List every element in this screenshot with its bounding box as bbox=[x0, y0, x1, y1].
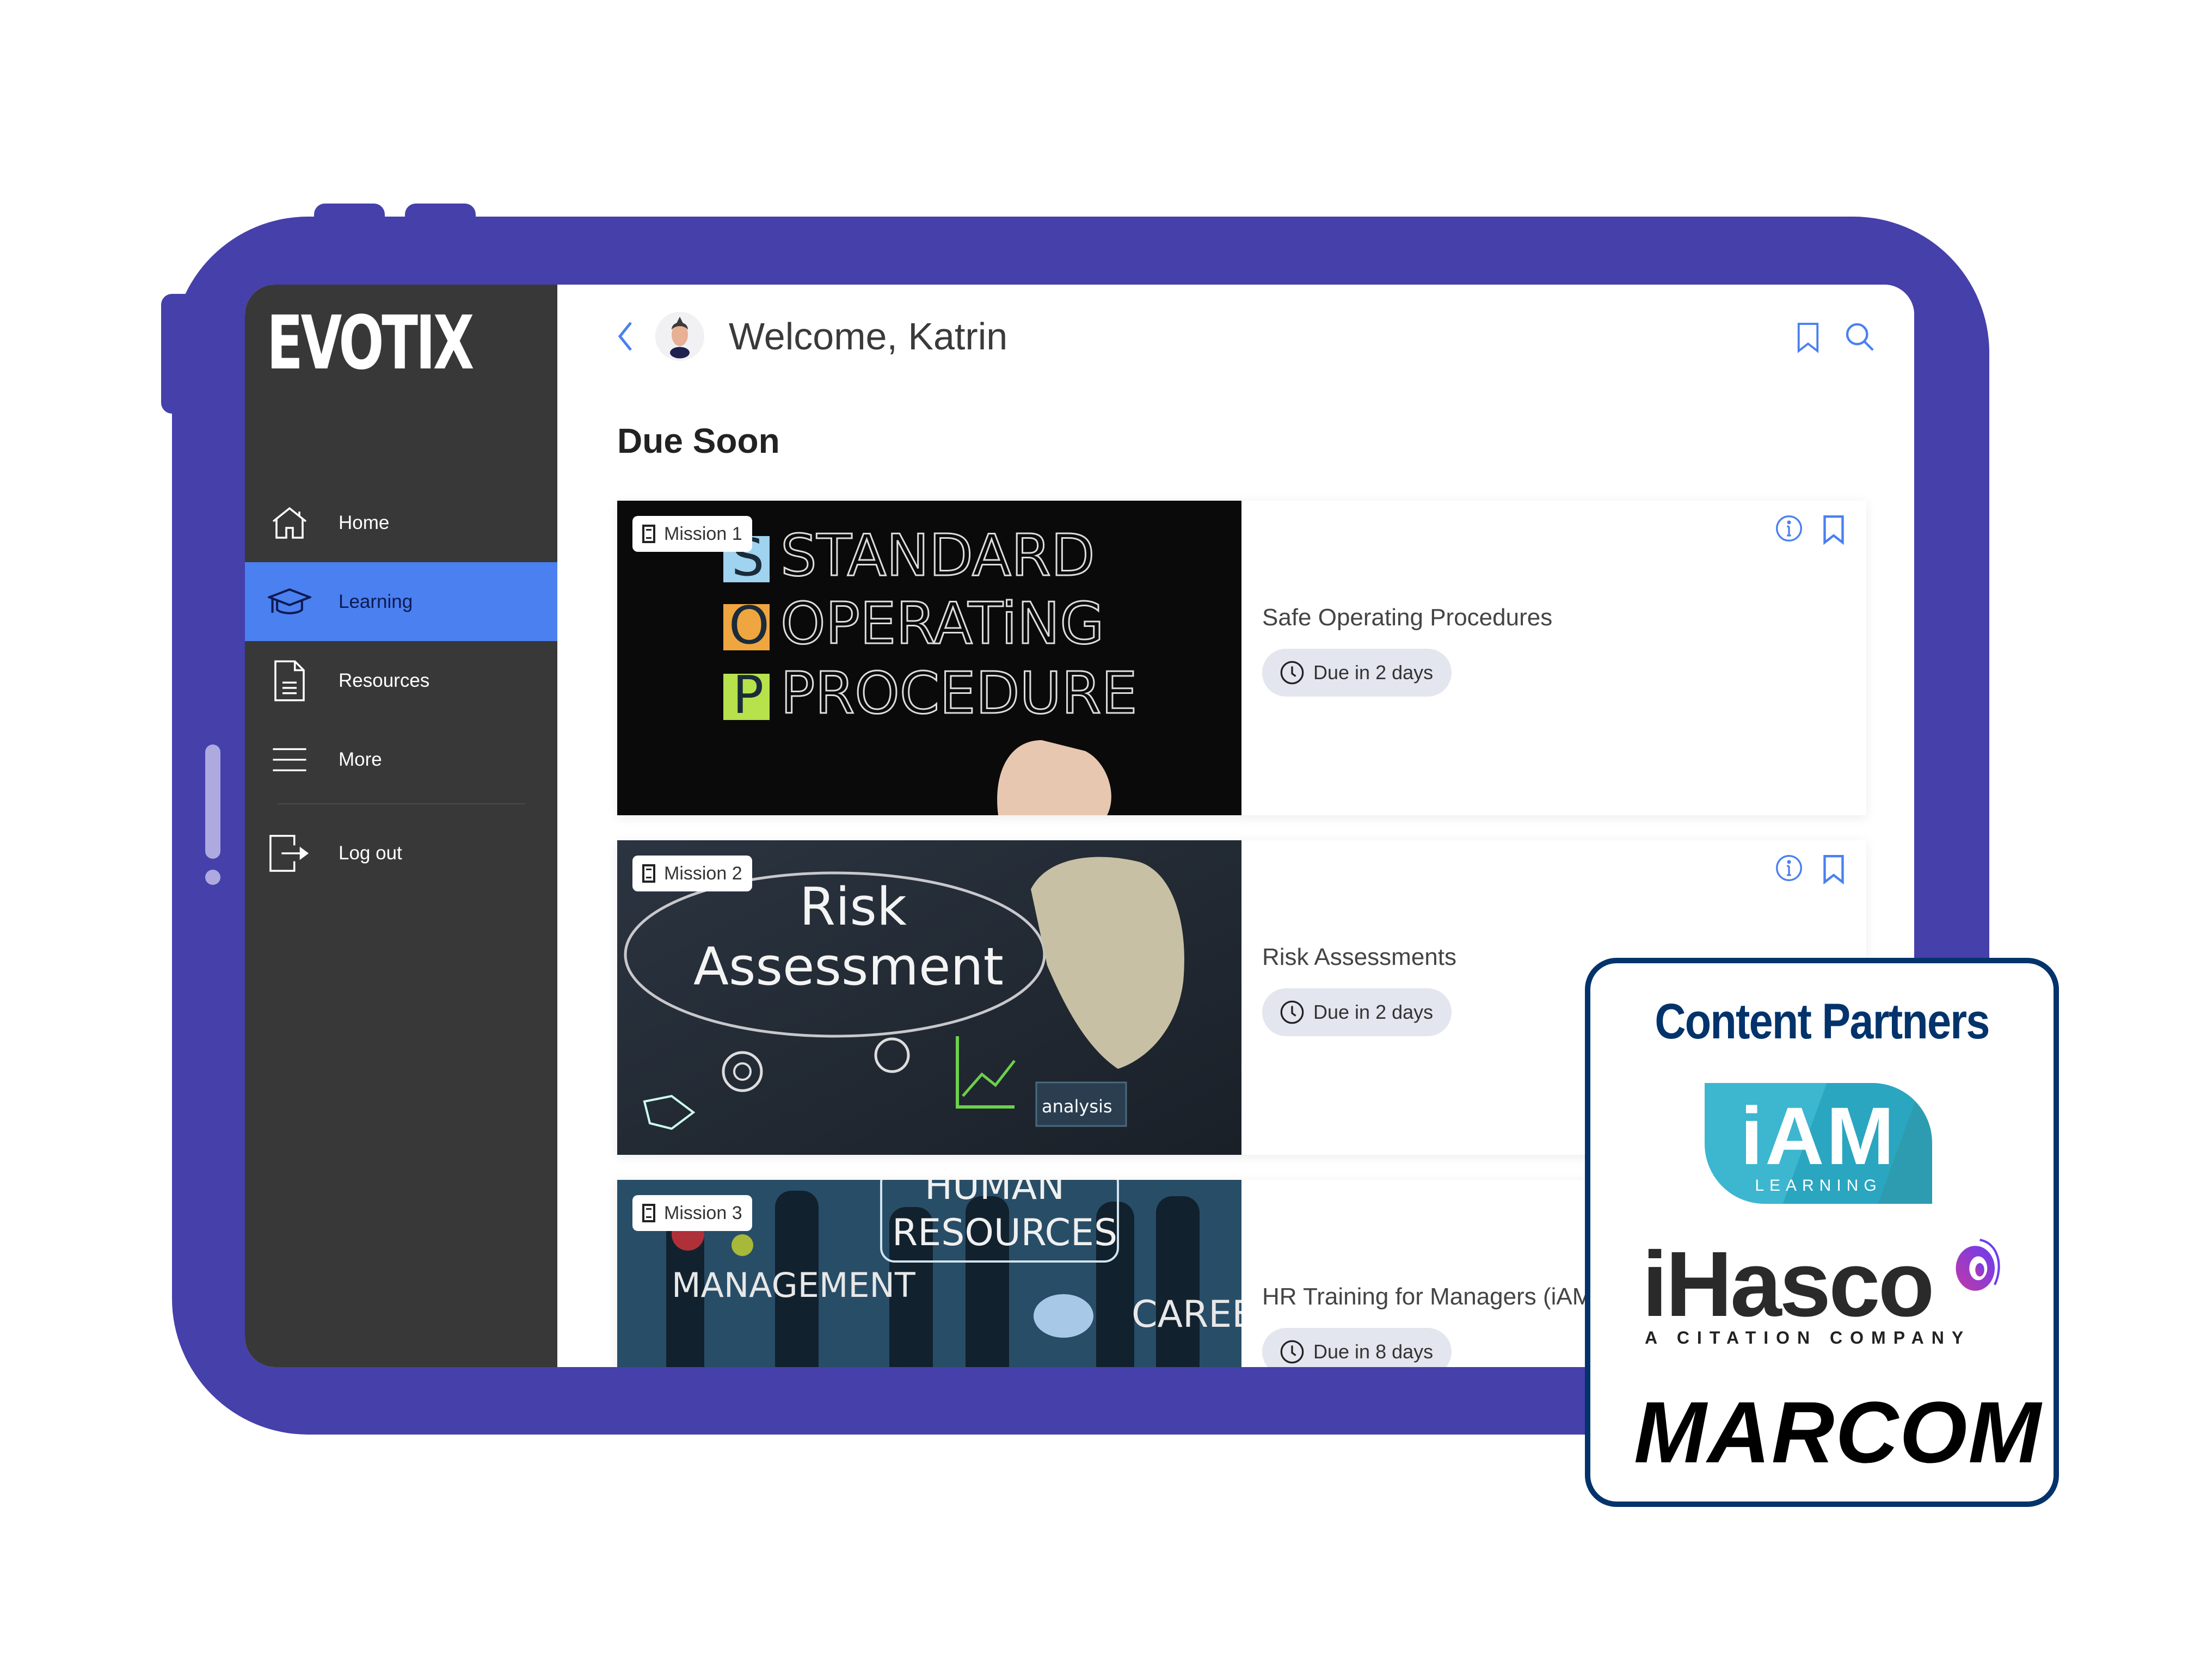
bookmark-icon[interactable] bbox=[1796, 322, 1826, 354]
clock-icon bbox=[1280, 1340, 1304, 1364]
evotix-logo: EVOTIX bbox=[267, 300, 474, 386]
sidebar-item-label: Resources bbox=[339, 669, 430, 691]
svg-text:Assessment: Assessment bbox=[693, 937, 1004, 997]
clock-icon bbox=[1280, 1000, 1304, 1024]
card-actions bbox=[1775, 854, 1850, 885]
sidebar-item-home[interactable]: Home bbox=[245, 483, 557, 562]
sidebar-divider bbox=[278, 803, 525, 804]
due-badge: Due in 2 days bbox=[1262, 988, 1452, 1036]
info-icon[interactable] bbox=[1775, 514, 1803, 545]
svg-text:HUMAN: HUMAN bbox=[925, 1180, 1065, 1208]
ihasco-logo: iHasco bbox=[1642, 1233, 1934, 1336]
course-thumbnail-sop: S O P STANDARD OPERATiNG PROCEDURE Missi… bbox=[617, 501, 1241, 815]
sidebar-item-learning[interactable]: Learning bbox=[245, 562, 557, 641]
due-badge: Due in 2 days bbox=[1262, 649, 1452, 697]
svg-text:analysis: analysis bbox=[1042, 1096, 1112, 1117]
course-thumbnail-risk: Risk Assessment analysis Mission 2 bbox=[617, 840, 1241, 1155]
sidebar-item-more[interactable]: More bbox=[245, 720, 557, 799]
info-icon[interactable] bbox=[1775, 854, 1803, 884]
bookmark-icon[interactable] bbox=[1822, 854, 1850, 885]
home-icon bbox=[268, 501, 311, 545]
book-icon bbox=[642, 864, 655, 883]
svg-text:RESOURCES: RESOURCES bbox=[892, 1211, 1117, 1254]
svg-text:O: O bbox=[729, 596, 770, 656]
sidebar-item-label: Learning bbox=[339, 590, 413, 612]
card-actions bbox=[1775, 514, 1850, 545]
book-icon bbox=[642, 525, 655, 543]
back-button[interactable] bbox=[612, 317, 639, 355]
svg-text:MANAGEMENT: MANAGEMENT bbox=[672, 1265, 916, 1305]
clock-icon bbox=[1280, 661, 1304, 685]
ihasco-tagline: A CITATION COMPANY bbox=[1645, 1328, 1971, 1347]
header: Welcome, Katrin bbox=[557, 285, 1914, 388]
svg-text:Risk: Risk bbox=[800, 877, 907, 937]
course-title[interactable]: HR Training for Managers (iAM bbox=[1262, 1283, 1592, 1310]
course-thumbnail-hr: HUMAN RESOURCES MANAGEMENT CAREER Missio… bbox=[617, 1180, 1241, 1367]
sidebar: EVOTIX Home Learning Resources More Log … bbox=[245, 285, 557, 1367]
svg-text:P: P bbox=[733, 666, 764, 725]
course-title[interactable]: Risk Assessments bbox=[1262, 944, 1456, 971]
ihasco-swirl-icon bbox=[1956, 1239, 2000, 1291]
mission-badge: Mission 2 bbox=[632, 856, 752, 891]
iam-learning-logo: iAM LEARNING bbox=[1705, 1083, 1932, 1204]
device-indicator-dot bbox=[205, 870, 220, 885]
due-badge: Due in 8 days bbox=[1262, 1328, 1452, 1367]
mission-badge: Mission 1 bbox=[632, 516, 752, 552]
menu-icon bbox=[268, 738, 311, 781]
avatar[interactable] bbox=[655, 312, 704, 361]
sidebar-item-label: Home bbox=[339, 512, 390, 533]
svg-text:CAREER: CAREER bbox=[1132, 1293, 1241, 1336]
sidebar-item-label: More bbox=[339, 748, 382, 770]
sidebar-nav: Home Learning Resources More Log out bbox=[245, 483, 557, 886]
sidebar-item-label: Log out bbox=[339, 842, 402, 864]
course-card[interactable]: S O P STANDARD OPERATiNG PROCEDURE Missi… bbox=[617, 501, 1866, 815]
device-indicator-bar bbox=[205, 744, 220, 859]
section-title: Due Soon bbox=[617, 421, 780, 460]
welcome-title: Welcome, Katrin bbox=[729, 315, 1008, 358]
svg-text:STANDARD: STANDARD bbox=[780, 522, 1095, 589]
sidebar-item-logout[interactable]: Log out bbox=[245, 821, 557, 886]
book-icon bbox=[642, 1204, 655, 1222]
sidebar-item-resources[interactable]: Resources bbox=[245, 641, 557, 720]
graduation-cap-icon bbox=[268, 580, 311, 624]
svg-text:PROCEDURE: PROCEDURE bbox=[780, 660, 1138, 727]
search-icon[interactable] bbox=[1845, 322, 1875, 354]
content-partners-title: Content Partners bbox=[1655, 994, 1990, 1049]
document-icon bbox=[268, 659, 311, 703]
marcom-logo: MARCOM bbox=[1634, 1383, 2042, 1481]
content-partners-panel: Content Partners iAM LEARNING iHasco A C… bbox=[1585, 958, 2059, 1507]
mission-badge: Mission 3 bbox=[632, 1195, 752, 1231]
bookmark-icon[interactable] bbox=[1822, 514, 1850, 545]
course-title[interactable]: Safe Operating Procedures bbox=[1262, 604, 1552, 631]
svg-text:OPERATiNG: OPERATiNG bbox=[780, 590, 1104, 657]
logout-icon bbox=[268, 832, 311, 875]
